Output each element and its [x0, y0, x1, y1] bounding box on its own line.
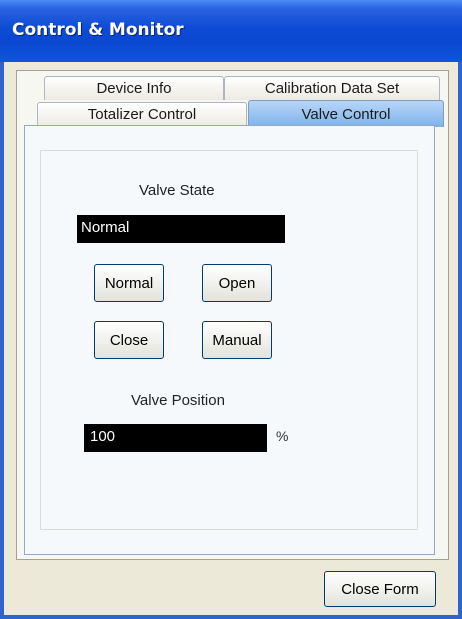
manual-button[interactable]: Manual	[202, 321, 272, 359]
normal-button[interactable]: Normal	[94, 264, 164, 302]
tab-label: Totalizer Control	[87, 106, 197, 123]
open-button[interactable]: Open	[202, 264, 272, 302]
valve-state-label: Valve State	[139, 182, 215, 199]
window-title: Control & Monitor	[12, 20, 184, 40]
tab-label: Calibration Data Set	[264, 80, 400, 97]
control-monitor-window: Control & Monitor Device Info Calibratio…	[0, 0, 462, 619]
tab-label: Device Info	[96, 80, 172, 97]
valve-position-display: 100	[84, 424, 267, 452]
tab-label: Valve Control	[301, 106, 391, 123]
tab-calibration-data-set[interactable]: Calibration Data Set	[224, 76, 440, 100]
close-button[interactable]: Close	[94, 321, 164, 359]
valve-position-label: Valve Position	[131, 392, 225, 409]
tab-device-info[interactable]: Device Info	[44, 76, 224, 100]
tab-valve-control[interactable]: Valve Control	[248, 100, 444, 127]
close-form-button[interactable]: Close Form	[324, 571, 436, 607]
valve-state-display: Normal	[77, 215, 285, 243]
title-bar[interactable]: Control & Monitor	[0, 0, 462, 62]
tab-totalizer-control[interactable]: Totalizer Control	[37, 102, 247, 127]
percent-unit: %	[276, 428, 289, 444]
